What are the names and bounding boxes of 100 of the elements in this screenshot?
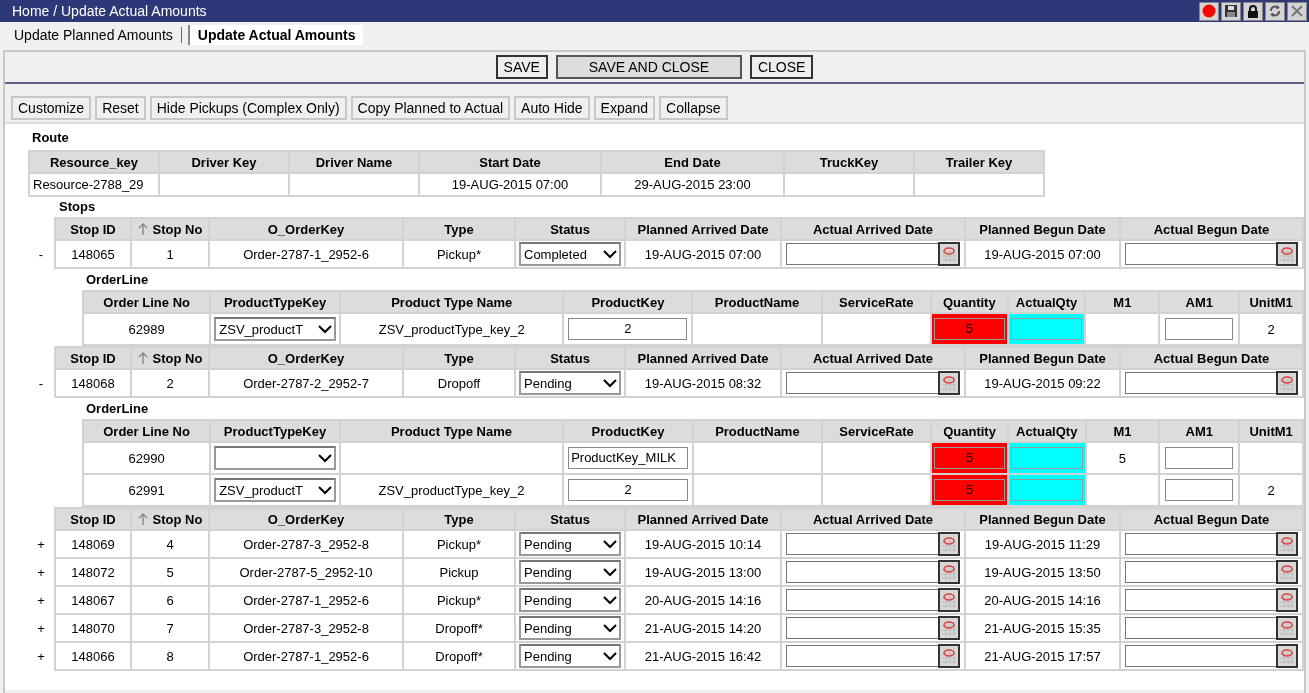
column-header[interactable]: Planned Begun Date [965,218,1120,240]
calendar-button[interactable] [1276,242,1298,266]
column-header[interactable]: Planned Arrived Date [625,347,781,369]
date-field[interactable] [786,645,938,667]
column-header[interactable]: Stop ID [55,508,131,530]
toolbar-button[interactable]: Auto Hide [514,96,590,120]
expand-toggle[interactable]: + [35,648,47,664]
column-header[interactable]: Stop ID [55,347,131,369]
status-select[interactable]: Pending [519,588,621,612]
actual-quantity-field[interactable] [1010,447,1083,469]
quantity-field[interactable]: 5 [934,447,1005,469]
expand-toggle[interactable]: - [36,375,46,391]
save-window-button[interactable] [1221,1,1241,21]
date-field[interactable] [786,589,938,611]
calendar-button[interactable] [1276,616,1298,640]
actual-quantity-field[interactable] [1010,479,1083,501]
calendar-button[interactable] [938,588,960,612]
date-field[interactable] [786,561,938,583]
column-header[interactable]: Status [515,508,625,530]
date-field[interactable] [1125,589,1276,611]
column-header[interactable]: Type [403,218,515,240]
column-header[interactable]: O_OrderKey [209,218,403,240]
toolbar-button[interactable]: Copy Planned to Actual [350,96,511,120]
date-field[interactable] [786,372,938,394]
column-header[interactable]: Actual Begun Date [1120,218,1303,240]
tab[interactable]: Update Actual Amounts [187,25,364,45]
column-header[interactable]: Planned Arrived Date [625,218,781,240]
column-header[interactable]: Type [403,508,515,530]
calendar-button[interactable] [938,242,960,266]
column-header[interactable]: Actual Arrived Date [781,218,965,240]
column-header[interactable]: Stop No [131,218,209,240]
date-field[interactable] [786,533,938,555]
product-type-select[interactable] [214,446,336,470]
status-select[interactable]: Pending [519,616,621,640]
calendar-button[interactable] [938,616,960,640]
column-header[interactable]: Planned Begun Date [965,347,1120,369]
action-button[interactable]: SAVE AND CLOSE [555,55,742,79]
lock-button[interactable] [1243,1,1263,21]
quantity-field[interactable]: 5 [934,479,1005,501]
calendar-button[interactable] [938,560,960,584]
column-header[interactable]: Actual Arrived Date [781,508,965,530]
tab[interactable]: Update Planned Amounts [6,25,181,45]
column-header[interactable]: Planned Arrived Date [625,508,781,530]
calendar-button[interactable] [1276,588,1298,612]
column-header[interactable]: Type [403,347,515,369]
status-select[interactable]: Pending [519,371,621,395]
input-field[interactable] [1165,479,1234,501]
column-header[interactable]: Stop No [131,508,209,530]
product-type-select[interactable]: ZSV_productT [214,478,336,502]
date-field[interactable] [1125,645,1276,667]
column-header[interactable]: Actual Begun Date [1120,347,1303,369]
date-field[interactable] [1125,372,1276,394]
actual-quantity-field[interactable] [1010,318,1083,340]
record-button[interactable] [1199,1,1219,21]
date-field[interactable] [786,617,938,639]
column-header[interactable]: Actual Begun Date [1120,508,1303,530]
input-field[interactable]: ProductKey_MILK [568,447,688,469]
column-header[interactable]: O_OrderKey [209,347,403,369]
toolbar-button[interactable]: Reset [95,96,146,120]
calendar-button[interactable] [1276,644,1298,668]
date-field[interactable] [1125,561,1276,583]
calendar-button[interactable] [1276,532,1298,556]
column-header[interactable]: Stop ID [55,218,131,240]
input-field[interactable]: 2 [568,479,688,501]
action-button[interactable]: SAVE [495,55,548,79]
close-button[interactable] [1287,1,1307,21]
expand-toggle[interactable]: + [35,564,47,580]
date-field[interactable] [1125,243,1276,265]
calendar-button[interactable] [938,371,960,395]
action-button[interactable]: CLOSE [749,55,814,79]
toolbar-button[interactable]: Collapse [659,96,728,120]
expand-toggle[interactable]: + [35,592,47,608]
expand-toggle[interactable]: - [36,246,46,262]
column-header[interactable]: Status [515,347,625,369]
expand-toggle[interactable]: + [35,536,47,552]
input-field[interactable]: 2 [568,318,688,340]
calendar-button[interactable] [1276,371,1298,395]
input-field[interactable] [1165,318,1234,340]
input-field[interactable] [1165,447,1234,469]
date-field[interactable] [1125,533,1276,555]
date-field[interactable] [1125,617,1276,639]
expand-toggle[interactable]: + [35,620,47,636]
status-select[interactable]: Pending [519,532,621,556]
toolbar-button[interactable]: Customize [11,96,92,120]
product-type-select[interactable]: ZSV_productT [214,317,336,341]
toolbar-button[interactable]: Hide Pickups (Complex Only) [149,96,347,120]
calendar-button[interactable] [938,532,960,556]
column-header[interactable]: Stop No [131,347,209,369]
calendar-button[interactable] [1276,560,1298,584]
status-select[interactable]: Completed [519,242,621,266]
quantity-field[interactable]: 5 [934,318,1005,340]
toolbar-button[interactable]: Expand [593,96,656,120]
calendar-button[interactable] [938,644,960,668]
status-select[interactable]: Pending [519,644,621,668]
date-field[interactable] [786,243,938,265]
column-header[interactable]: Status [515,218,625,240]
status-select[interactable]: Pending [519,560,621,584]
column-header[interactable]: Planned Begun Date [965,508,1120,530]
refresh-button[interactable] [1265,1,1285,21]
column-header[interactable]: Actual Arrived Date [781,347,965,369]
